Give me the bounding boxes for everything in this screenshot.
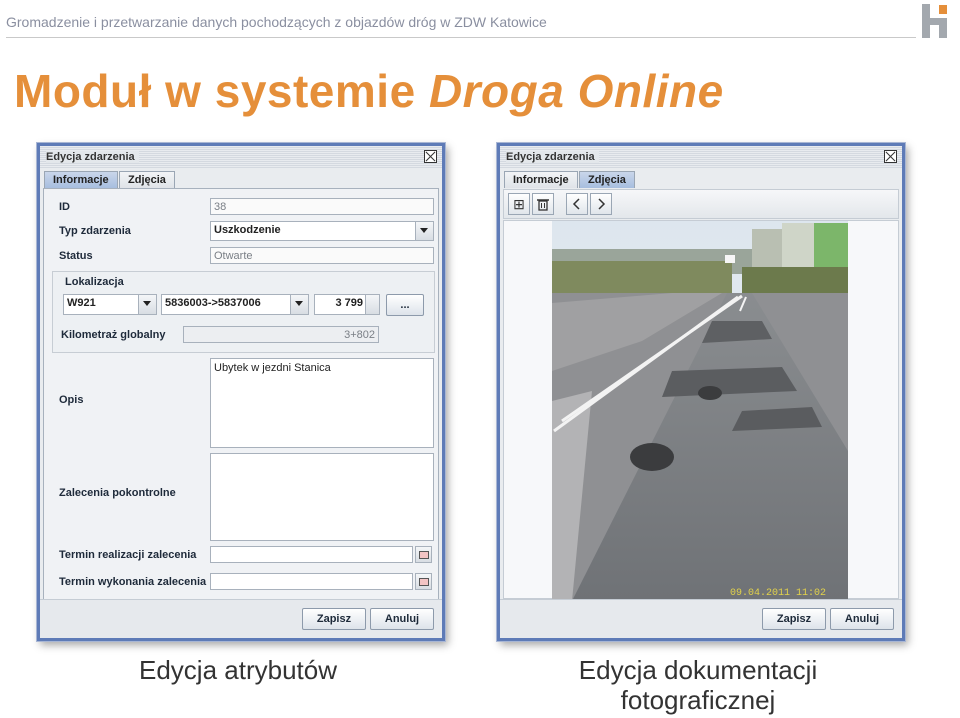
term-realization-field[interactable]	[210, 546, 413, 563]
description-textarea[interactable]: Ubytek w jezdni Stanica	[210, 358, 434, 448]
window-title: Edycja zdarzenia	[506, 151, 599, 163]
type-combo[interactable]: Uszkodzenie	[210, 221, 434, 241]
spinner-arrows[interactable]	[365, 295, 379, 314]
close-icon[interactable]	[884, 150, 897, 163]
location-label: Lokalizacja	[65, 276, 124, 288]
calendar-icon[interactable]	[415, 546, 432, 563]
description-label: Opis	[59, 394, 84, 406]
next-icon[interactable]	[590, 193, 612, 215]
photo-viewer: 09.04.2011 11:02	[503, 220, 899, 601]
term-done-field[interactable]	[210, 573, 413, 590]
status-label: Status	[59, 250, 93, 262]
global-km-field: 3+802	[183, 326, 379, 343]
window-title: Edycja zdarzenia	[46, 151, 139, 163]
road-combo[interactable]: W921	[63, 294, 157, 315]
cancel-button[interactable]: Anuluj	[370, 608, 434, 630]
button-bar: Zapisz Anuluj	[40, 599, 442, 638]
status-field[interactable]: Otwarte	[210, 247, 434, 264]
tab-informacje[interactable]: Informacje	[44, 171, 118, 188]
window-titlebar: Edycja zdarzenia	[40, 146, 442, 168]
photo-toolbar: ⊞	[503, 189, 899, 219]
road-photo[interactable]: 09.04.2011 11:02	[552, 221, 848, 601]
more-button[interactable]: ...	[386, 294, 424, 316]
button-bar: Zapisz Anuluj	[500, 599, 902, 638]
type-label: Typ zdarzenia	[59, 225, 131, 237]
calendar-icon[interactable]	[415, 573, 432, 590]
close-icon[interactable]	[424, 150, 437, 163]
id-field[interactable]: 38	[210, 198, 434, 215]
recommendations-label: Zalecenia pokontrolne	[59, 487, 176, 499]
info-panel: ID 38 Typ zdarzenia Uszkodzenie Status O…	[43, 188, 439, 600]
caption-left: Edycja atrybutów	[139, 655, 337, 685]
global-km-label: Kilometraż globalny	[61, 329, 166, 341]
term-realization-label: Termin realizacji zalecenia	[59, 549, 197, 561]
id-label: ID	[59, 201, 70, 213]
photo-timestamp: 09.04.2011 11:02	[730, 588, 826, 599]
trash-icon[interactable]	[532, 193, 554, 215]
slide-subtitle: Gromadzenie i przetwarzanie danych pocho…	[6, 14, 547, 30]
edit-event-window-attributes: Edycja zdarzenia Informacje Zdjęcia ID 3…	[37, 143, 445, 641]
cancel-button[interactable]: Anuluj	[830, 608, 894, 630]
header-divider	[6, 37, 916, 38]
prev-icon[interactable]	[566, 193, 588, 215]
window-titlebar: Edycja zdarzenia	[500, 146, 902, 168]
chevron-down-icon[interactable]	[138, 295, 156, 314]
caption-right-line2: fotograficznej	[620, 685, 776, 715]
add-icon[interactable]: ⊞	[508, 193, 530, 215]
slide-title: Moduł w systemie Droga Online	[14, 65, 724, 117]
recommendations-textarea[interactable]	[210, 453, 434, 541]
location-group: Lokalizacja W921 5836003->5837006 3 799 …	[52, 271, 435, 353]
save-button[interactable]: Zapisz	[302, 608, 366, 630]
chevron-down-icon[interactable]	[290, 295, 308, 314]
section-combo[interactable]: 5836003->5837006	[161, 294, 309, 315]
tab-zdjecia[interactable]: Zdjęcia	[579, 171, 635, 188]
edit-event-window-photos: Edycja zdarzenia Informacje Zdjęcia ⊞ 09…	[497, 143, 905, 641]
logo-icon	[922, 4, 947, 38]
km-spinner[interactable]: 3 799	[314, 294, 380, 315]
caption-right-line1: Edycja dokumentacji	[578, 655, 818, 685]
save-button[interactable]: Zapisz	[762, 608, 826, 630]
term-done-label: Termin wykonania zalecenia	[59, 576, 207, 588]
chevron-down-icon[interactable]	[415, 222, 433, 240]
tab-zdjecia[interactable]: Zdjęcia	[119, 171, 175, 188]
tab-informacje[interactable]: Informacje	[504, 171, 578, 188]
caption-right: Edycja dokumentacji fotograficznej	[497, 655, 899, 715]
